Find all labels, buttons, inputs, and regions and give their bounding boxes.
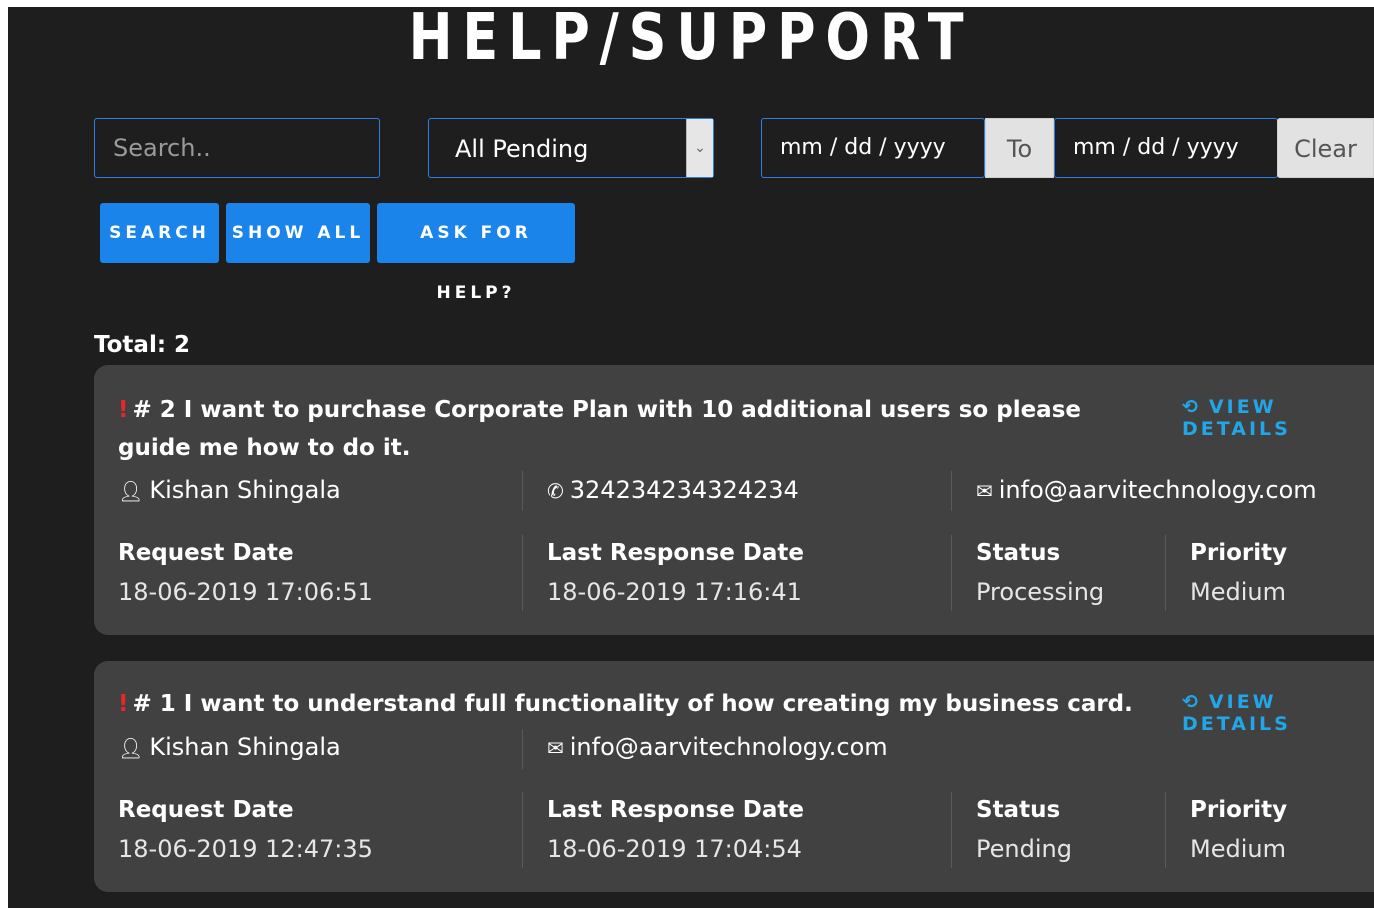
ticket-card: ! # 1 I want to understand full functiona… — [94, 661, 1374, 892]
priority-label: Priority — [1190, 540, 1288, 566]
envelope-icon: ✉ — [547, 736, 564, 760]
ticket-title-text: # 1 I want to understand full functional… — [132, 691, 1133, 717]
view-details-link[interactable]: ⟲ VIEW DETAILS — [1182, 396, 1374, 440]
search-button[interactable]: SEARCH — [100, 203, 219, 263]
ticket-email: ✉ info@aarvitechnology.com — [976, 476, 1317, 504]
show-all-button[interactable]: SHOW ALL — [226, 203, 370, 263]
divider — [951, 471, 952, 511]
request-date-value: 18-06-2019 17:06:51 — [118, 578, 373, 606]
chevron-down-icon[interactable]: ⌄ — [686, 119, 713, 177]
date-to-input[interactable]: mm / dd / yyyy — [1054, 118, 1278, 178]
ticket-title-text: # 2 I want to purchase Corporate Plan wi… — [118, 397, 1081, 461]
status-label: Status — [976, 797, 1061, 823]
email-address: info@aarvitechnology.com — [569, 733, 888, 761]
help-support-page: HELP/SUPPORT All Pending ⌄ mm / dd / yyy… — [8, 7, 1374, 908]
divider — [951, 535, 952, 611]
divider — [1165, 792, 1166, 868]
status-select[interactable]: All Pending ⌄ — [428, 118, 714, 178]
ticket-user: 👤︎ Kishan Shingala — [118, 733, 341, 761]
divider — [522, 471, 523, 511]
priority-value: Medium — [1190, 578, 1286, 606]
phone-number: 324234234324234 — [569, 476, 799, 504]
exclamation-icon: ! — [118, 397, 129, 423]
divider — [951, 792, 952, 868]
search-input[interactable] — [94, 118, 380, 178]
exclamation-icon: ! — [118, 691, 129, 717]
status-label: Status — [976, 540, 1061, 566]
ticket-phone: ✆ 324234234324234 — [547, 476, 799, 504]
ticket-user: 👤︎ Kishan Shingala — [118, 476, 341, 504]
envelope-icon: ✉ — [976, 479, 993, 503]
status-select-value: All Pending — [455, 135, 589, 163]
divider — [522, 729, 523, 769]
request-date-label: Request Date — [118, 540, 294, 566]
status-value: Processing — [976, 578, 1105, 606]
ticket-title: ! # 2 I want to purchase Corporate Plan w… — [118, 391, 1128, 467]
last-response-date-value: 18-06-2019 17:04:54 — [547, 835, 802, 863]
history-icon: ⟲ — [1182, 396, 1201, 418]
last-response-date-label: Last Response Date — [547, 540, 805, 566]
last-response-date-label: Last Response Date — [547, 797, 805, 823]
priority-value: Medium — [1190, 835, 1286, 863]
date-range-to-label: To — [985, 118, 1054, 178]
clear-button[interactable]: Clear — [1277, 118, 1374, 178]
ask-for-help-button[interactable]: ASK FOR HELP? — [377, 203, 575, 303]
divider — [522, 792, 523, 868]
phone-icon: ✆ — [547, 479, 564, 503]
ticket-card: ! # 2 I want to purchase Corporate Plan w… — [94, 365, 1374, 635]
history-icon: ⟲ — [1182, 691, 1201, 713]
date-from-input[interactable]: mm / dd / yyyy — [761, 118, 985, 178]
last-response-date-value: 18-06-2019 17:16:41 — [547, 578, 802, 606]
status-value: Pending — [976, 835, 1072, 863]
user-icon: 👤︎ — [118, 479, 144, 503]
divider — [522, 535, 523, 611]
total-count: Total: 2 — [94, 332, 191, 358]
page-title: HELP/SUPPORT — [408, 7, 974, 75]
ticket-title: ! # 1 I want to understand full functiona… — [118, 685, 1178, 723]
user-name: Kishan Shingala — [149, 733, 341, 761]
view-details-link[interactable]: ⟲ VIEW DETAILS — [1182, 691, 1374, 735]
user-icon: 👤︎ — [118, 736, 144, 760]
ticket-email: ✉ info@aarvitechnology.com — [547, 733, 888, 761]
divider — [1165, 535, 1166, 611]
user-name: Kishan Shingala — [149, 476, 341, 504]
priority-label: Priority — [1190, 797, 1288, 823]
email-address: info@aarvitechnology.com — [998, 476, 1317, 504]
request-date-value: 18-06-2019 12:47:35 — [118, 835, 373, 863]
request-date-label: Request Date — [118, 797, 294, 823]
